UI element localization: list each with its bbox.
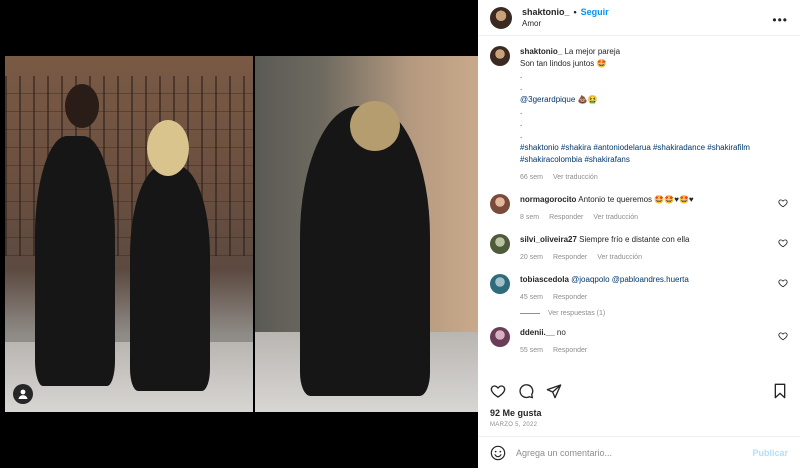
paper-plane-icon[interactable] xyxy=(546,383,562,399)
reply-button[interactable]: Responder xyxy=(553,252,587,264)
post-side-panel: shaktonio_ • Seguir Amor ••• shaktonio_ … xyxy=(478,0,800,468)
comment-text: no xyxy=(556,328,566,337)
author-info: shaktonio_ • Seguir Amor xyxy=(522,7,609,28)
comment-username[interactable]: tobiascedola xyxy=(520,275,569,284)
photo-left xyxy=(5,56,253,412)
like-comment-heart-icon[interactable] xyxy=(778,331,788,341)
caption-dots-3: . xyxy=(520,107,523,116)
more-options-icon[interactable]: ••• xyxy=(772,13,788,27)
caption-line-2: Son tan lindos juntos 🤩 xyxy=(520,59,607,68)
comment-mention[interactable]: @pabloandres.huerta xyxy=(612,275,689,284)
user-tag-button[interactable] xyxy=(13,384,33,404)
like-comment-heart-icon[interactable] xyxy=(778,198,788,208)
caption-hashtags[interactable]: #shaktonio #shakira #antoniodelarua #sha… xyxy=(520,142,775,166)
comment-text: Antonio te queremos 🤩🤩♥🤩♥ xyxy=(578,195,694,204)
smiley-icon[interactable] xyxy=(490,445,506,461)
like-comment-heart-icon[interactable] xyxy=(778,278,788,288)
caption-line-1: La mejor pareja xyxy=(564,47,621,56)
comment-body: tobiascedola @joaqpolo @pabloandres.huer… xyxy=(520,274,775,304)
comment-username[interactable]: normagorocito xyxy=(520,195,576,204)
comment-time: 20 sem xyxy=(520,254,543,261)
comment-time: 55 sem xyxy=(520,347,543,354)
man-head xyxy=(65,84,99,128)
commenter-avatar[interactable] xyxy=(490,194,510,214)
like-comment-heart-icon[interactable] xyxy=(778,238,788,248)
author-avatar[interactable] xyxy=(490,6,512,29)
couple-heads xyxy=(350,101,400,151)
view-replies-label: Ver respuestas (1) xyxy=(548,310,606,317)
woman-figure xyxy=(130,166,210,391)
comment-username[interactable]: silvi_oliveira27 xyxy=(520,235,577,244)
photo-right xyxy=(255,56,478,412)
comment-mention[interactable]: @joaqpolo xyxy=(571,275,609,284)
comment-item: tobiascedola @joaqpolo @pabloandres.huer… xyxy=(490,274,788,304)
caption-username[interactable]: shaktonio_ xyxy=(520,47,562,56)
comment-body: silvi_oliveira27 Siempre frío e distante… xyxy=(520,234,775,264)
caption-dots-2: . xyxy=(520,83,523,92)
reply-button[interactable]: Responder xyxy=(549,212,583,224)
follow-button[interactable]: Seguir xyxy=(581,7,609,17)
comment-username[interactable]: ddenii.__ xyxy=(520,328,555,337)
woman-head xyxy=(147,120,189,176)
comment-time: 45 sem xyxy=(520,294,543,301)
view-replies-button[interactable]: Ver respuestas (1) xyxy=(520,310,788,317)
author-username[interactable]: shaktonio_ xyxy=(522,7,570,17)
author-avatar[interactable] xyxy=(490,46,510,66)
caption-body: shaktonio_ La mejor pareja Son tan lindo… xyxy=(520,46,775,184)
comment-icon[interactable] xyxy=(518,383,534,399)
commenter-avatar[interactable] xyxy=(490,327,510,347)
translate-link[interactable]: Ver traducción xyxy=(593,212,638,224)
caption: shaktonio_ La mejor pareja Son tan lindo… xyxy=(490,46,788,184)
reply-button[interactable]: Responder xyxy=(553,292,587,304)
caption-mention[interactable]: @3gerardpique xyxy=(520,95,575,104)
comment-body: ddenii.__ no 55 sem Responder xyxy=(520,327,775,357)
comment-item: silvi_oliveira27 Siempre frío e distante… xyxy=(490,234,788,264)
comment-item: normagorocito Antonio te queremos 🤩🤩♥🤩♥ … xyxy=(490,194,788,224)
caption-time: 66 sem xyxy=(520,174,543,181)
commenter-avatar[interactable] xyxy=(490,234,510,254)
location-link[interactable]: Amor xyxy=(522,19,609,28)
replies-divider xyxy=(520,313,540,314)
caption-translate-link[interactable]: Ver traducción xyxy=(553,172,598,184)
caption-dots-1: . xyxy=(520,71,523,80)
publish-button[interactable]: Publicar xyxy=(752,448,788,458)
comment-composer: Publicar xyxy=(478,436,800,468)
likes-count[interactable]: 92 Me gusta xyxy=(490,408,542,418)
bookmark-icon[interactable] xyxy=(772,383,788,399)
comment-time: 8 sem xyxy=(520,214,540,221)
commenter-avatar[interactable] xyxy=(490,274,510,294)
post-actions xyxy=(490,380,788,402)
reply-button[interactable]: Responder xyxy=(553,345,587,357)
heart-icon[interactable] xyxy=(490,383,506,399)
couple-figure xyxy=(300,106,430,396)
post-date: MARZO 5, 2022 xyxy=(490,422,538,428)
user-icon xyxy=(18,389,28,399)
comment-body: normagorocito Antonio te queremos 🤩🤩♥🤩♥ … xyxy=(520,194,775,224)
man-figure xyxy=(35,136,115,386)
comment-item: ddenii.__ no 55 sem Responder xyxy=(490,327,788,357)
post-media xyxy=(5,0,478,468)
comment-input[interactable] xyxy=(516,447,753,458)
comment-text: Siempre frío e distante con ella xyxy=(579,235,690,244)
comments-list[interactable]: shaktonio_ La mejor pareja Son tan lindo… xyxy=(478,46,800,376)
translate-link[interactable]: Ver traducción xyxy=(597,252,642,264)
caption-mention-emoji: 💩🤮 xyxy=(577,95,598,104)
caption-dots-5: . xyxy=(520,131,523,140)
post-header: shaktonio_ • Seguir Amor ••• xyxy=(478,0,800,36)
caption-dots-4: . xyxy=(520,119,523,128)
separator-dot: • xyxy=(573,7,577,17)
